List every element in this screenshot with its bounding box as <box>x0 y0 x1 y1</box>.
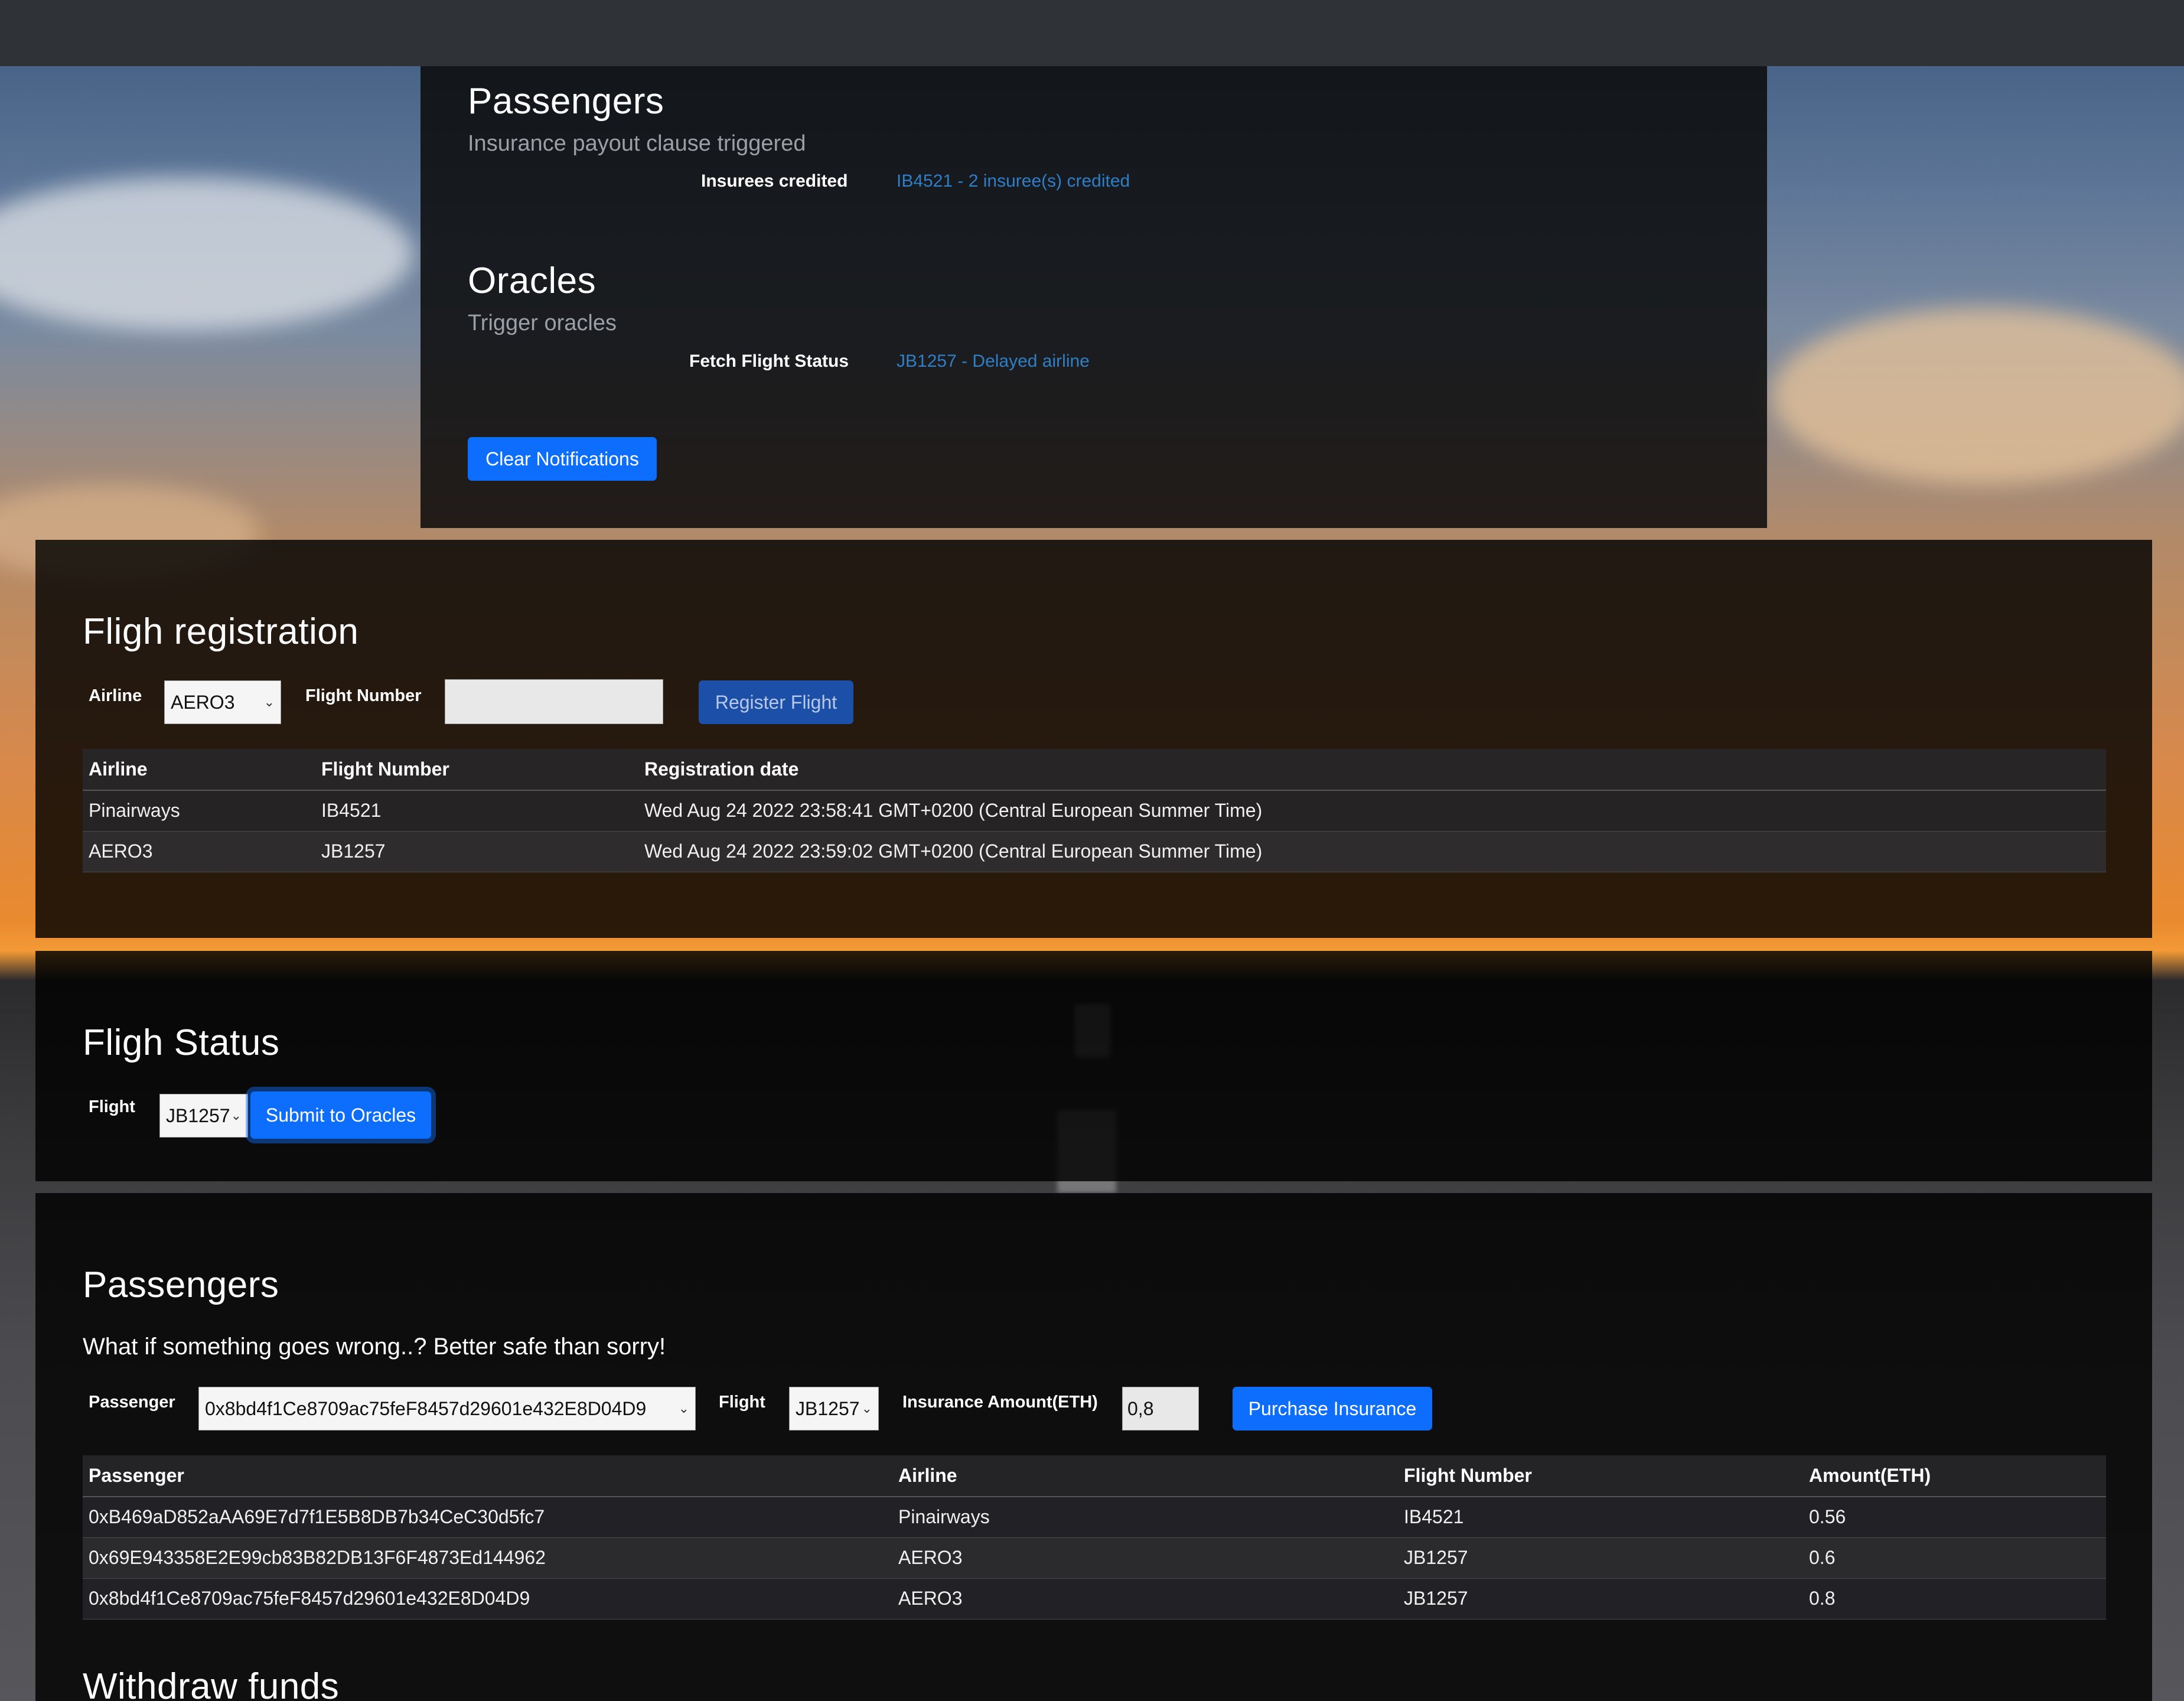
airline-label: Airline <box>89 686 142 705</box>
background-cloud <box>0 177 413 331</box>
cell-flight-number: JB1257 <box>1398 1578 1803 1619</box>
passenger-flight-select[interactable]: JB1257 ⌄ <box>789 1387 879 1430</box>
submit-to-oracles-button[interactable]: Submit to Oracles <box>250 1091 431 1139</box>
column-header-registration-date: Registration date <box>638 749 2106 791</box>
chevron-down-icon: ⌄ <box>263 695 275 709</box>
register-flight-button[interactable]: Register Flight <box>699 680 853 724</box>
column-header-amount: Amount(ETH) <box>1803 1455 2106 1497</box>
passengers-lead-text: What if something goes wrong..? Better s… <box>83 1334 666 1360</box>
flight-status-heading: Fligh Status <box>83 1022 280 1063</box>
status-flight-select[interactable]: JB1257 ⌄ <box>159 1094 248 1138</box>
purchase-insurance-button[interactable]: Purchase Insurance <box>1233 1387 1432 1430</box>
cell-airline: Pinairways <box>892 1497 1398 1538</box>
column-header-airline: Airline <box>83 749 315 791</box>
passenger-flight-label: Flight <box>719 1393 765 1412</box>
clear-notifications-button[interactable]: Clear Notifications <box>468 437 657 481</box>
airline-select[interactable]: AERO3 ⌄ <box>164 680 281 724</box>
table-row: 0x8bd4f1Ce8709ac75feF8457d29601e432E8D04… <box>83 1578 2106 1619</box>
cell-airline: Pinairways <box>83 790 315 832</box>
passenger-label: Passenger <box>89 1393 175 1412</box>
cell-flight-number: IB4521 <box>1398 1497 1803 1538</box>
table-row: AERO3 JB1257 Wed Aug 24 2022 23:59:02 GM… <box>83 831 2106 872</box>
table-header-row: Airline Flight Number Registration date <box>83 749 2106 791</box>
cell-passenger: 0x69E943358E2E99cb83B82DB13F6F4873Ed1449… <box>83 1537 892 1579</box>
status-flight-select-value: JB1257 <box>166 1104 230 1126</box>
cell-flight-number: JB1257 <box>315 831 638 872</box>
notification-passengers-subtitle: Insurance payout clause triggered <box>468 131 806 156</box>
chevron-down-icon: ⌄ <box>861 1401 872 1416</box>
cell-amount: 0.56 <box>1803 1497 2106 1538</box>
flight-number-label: Flight Number <box>305 686 422 705</box>
passenger-flight-select-value: JB1257 <box>796 1397 860 1419</box>
cell-amount: 0.8 <box>1803 1578 2106 1619</box>
cell-airline: AERO3 <box>83 831 315 872</box>
table-header-row: Passenger Airline Flight Number Amount(E… <box>83 1455 2106 1497</box>
column-header-passenger: Passenger <box>83 1455 892 1497</box>
cell-passenger: 0xB469aD852aAA69E7d7f1E5B8DB7b34CeC30d5f… <box>83 1497 892 1538</box>
withdraw-funds-heading: Withdraw funds <box>83 1666 340 1701</box>
passengers-heading: Passengers <box>83 1265 279 1305</box>
column-header-flight-number: Flight Number <box>1398 1455 1803 1497</box>
cell-amount: 0.6 <box>1803 1537 2106 1579</box>
notification-oracles-subtitle: Trigger oracles <box>468 311 617 335</box>
flight-registration-panel: Fligh registration Airline AERO3 ⌄ Fligh… <box>35 540 2152 938</box>
registered-flights-table: Airline Flight Number Registration date … <box>83 749 2106 872</box>
passengers-panel: Passengers What if something goes wrong.… <box>35 1193 2152 1701</box>
cell-registration-date: Wed Aug 24 2022 23:59:02 GMT+0200 (Centr… <box>638 831 2106 872</box>
column-header-flight-number: Flight Number <box>315 749 638 791</box>
table-row: 0xB469aD852aAA69E7d7f1E5B8DB7b34CeC30d5f… <box>83 1497 2106 1538</box>
flight-registration-heading: Fligh registration <box>83 611 359 652</box>
status-flight-label: Flight <box>89 1097 135 1116</box>
notifications-panel: Passengers Insurance payout clause trigg… <box>420 66 1767 528</box>
airline-select-value: AERO3 <box>171 691 235 713</box>
notification-passengers-label: Insurees credited <box>701 171 848 191</box>
chevron-down-icon: ⌄ <box>678 1401 689 1416</box>
passenger-select[interactable]: 0x8bd4f1Ce8709ac75feF8457d29601e432E8D04… <box>198 1387 696 1430</box>
cell-airline: AERO3 <box>892 1578 1398 1619</box>
notification-oracles-label: Fetch Flight Status <box>689 351 849 371</box>
insurance-amount-input[interactable]: 0,8 <box>1122 1387 1199 1430</box>
notification-oracles-heading: Oracles <box>468 260 596 301</box>
flight-number-input[interactable] <box>445 679 663 724</box>
column-header-airline: Airline <box>892 1455 1398 1497</box>
notification-passengers-heading: Passengers <box>468 81 664 122</box>
table-row: 0x69E943358E2E99cb83B82DB13F6F4873Ed1449… <box>83 1537 2106 1579</box>
cell-airline: AERO3 <box>892 1537 1398 1579</box>
insured-passengers-table: Passenger Airline Flight Number Amount(E… <box>83 1455 2106 1619</box>
top-navbar <box>0 0 2184 66</box>
notification-passengers-value: IB4521 - 2 insuree(s) credited <box>897 171 1130 191</box>
cell-flight-number: JB1257 <box>1398 1537 1803 1579</box>
notification-oracles-value: JB1257 - Delayed airline <box>897 351 1090 371</box>
chevron-down-icon: ⌄ <box>230 1108 242 1123</box>
passenger-select-value: 0x8bd4f1Ce8709ac75feF8457d29601e432E8D04… <box>205 1397 647 1419</box>
flight-status-panel: Fligh Status Flight JB1257 ⌄ Submit to O… <box>35 951 2152 1181</box>
table-row: Pinairways IB4521 Wed Aug 24 2022 23:58:… <box>83 790 2106 832</box>
cell-passenger: 0x8bd4f1Ce8709ac75feF8457d29601e432E8D04… <box>83 1578 892 1619</box>
cell-flight-number: IB4521 <box>315 790 638 832</box>
background-cloud <box>1772 307 2184 484</box>
cell-registration-date: Wed Aug 24 2022 23:58:41 GMT+0200 (Centr… <box>638 790 2106 832</box>
insurance-amount-label: Insurance Amount(ETH) <box>902 1393 1098 1412</box>
